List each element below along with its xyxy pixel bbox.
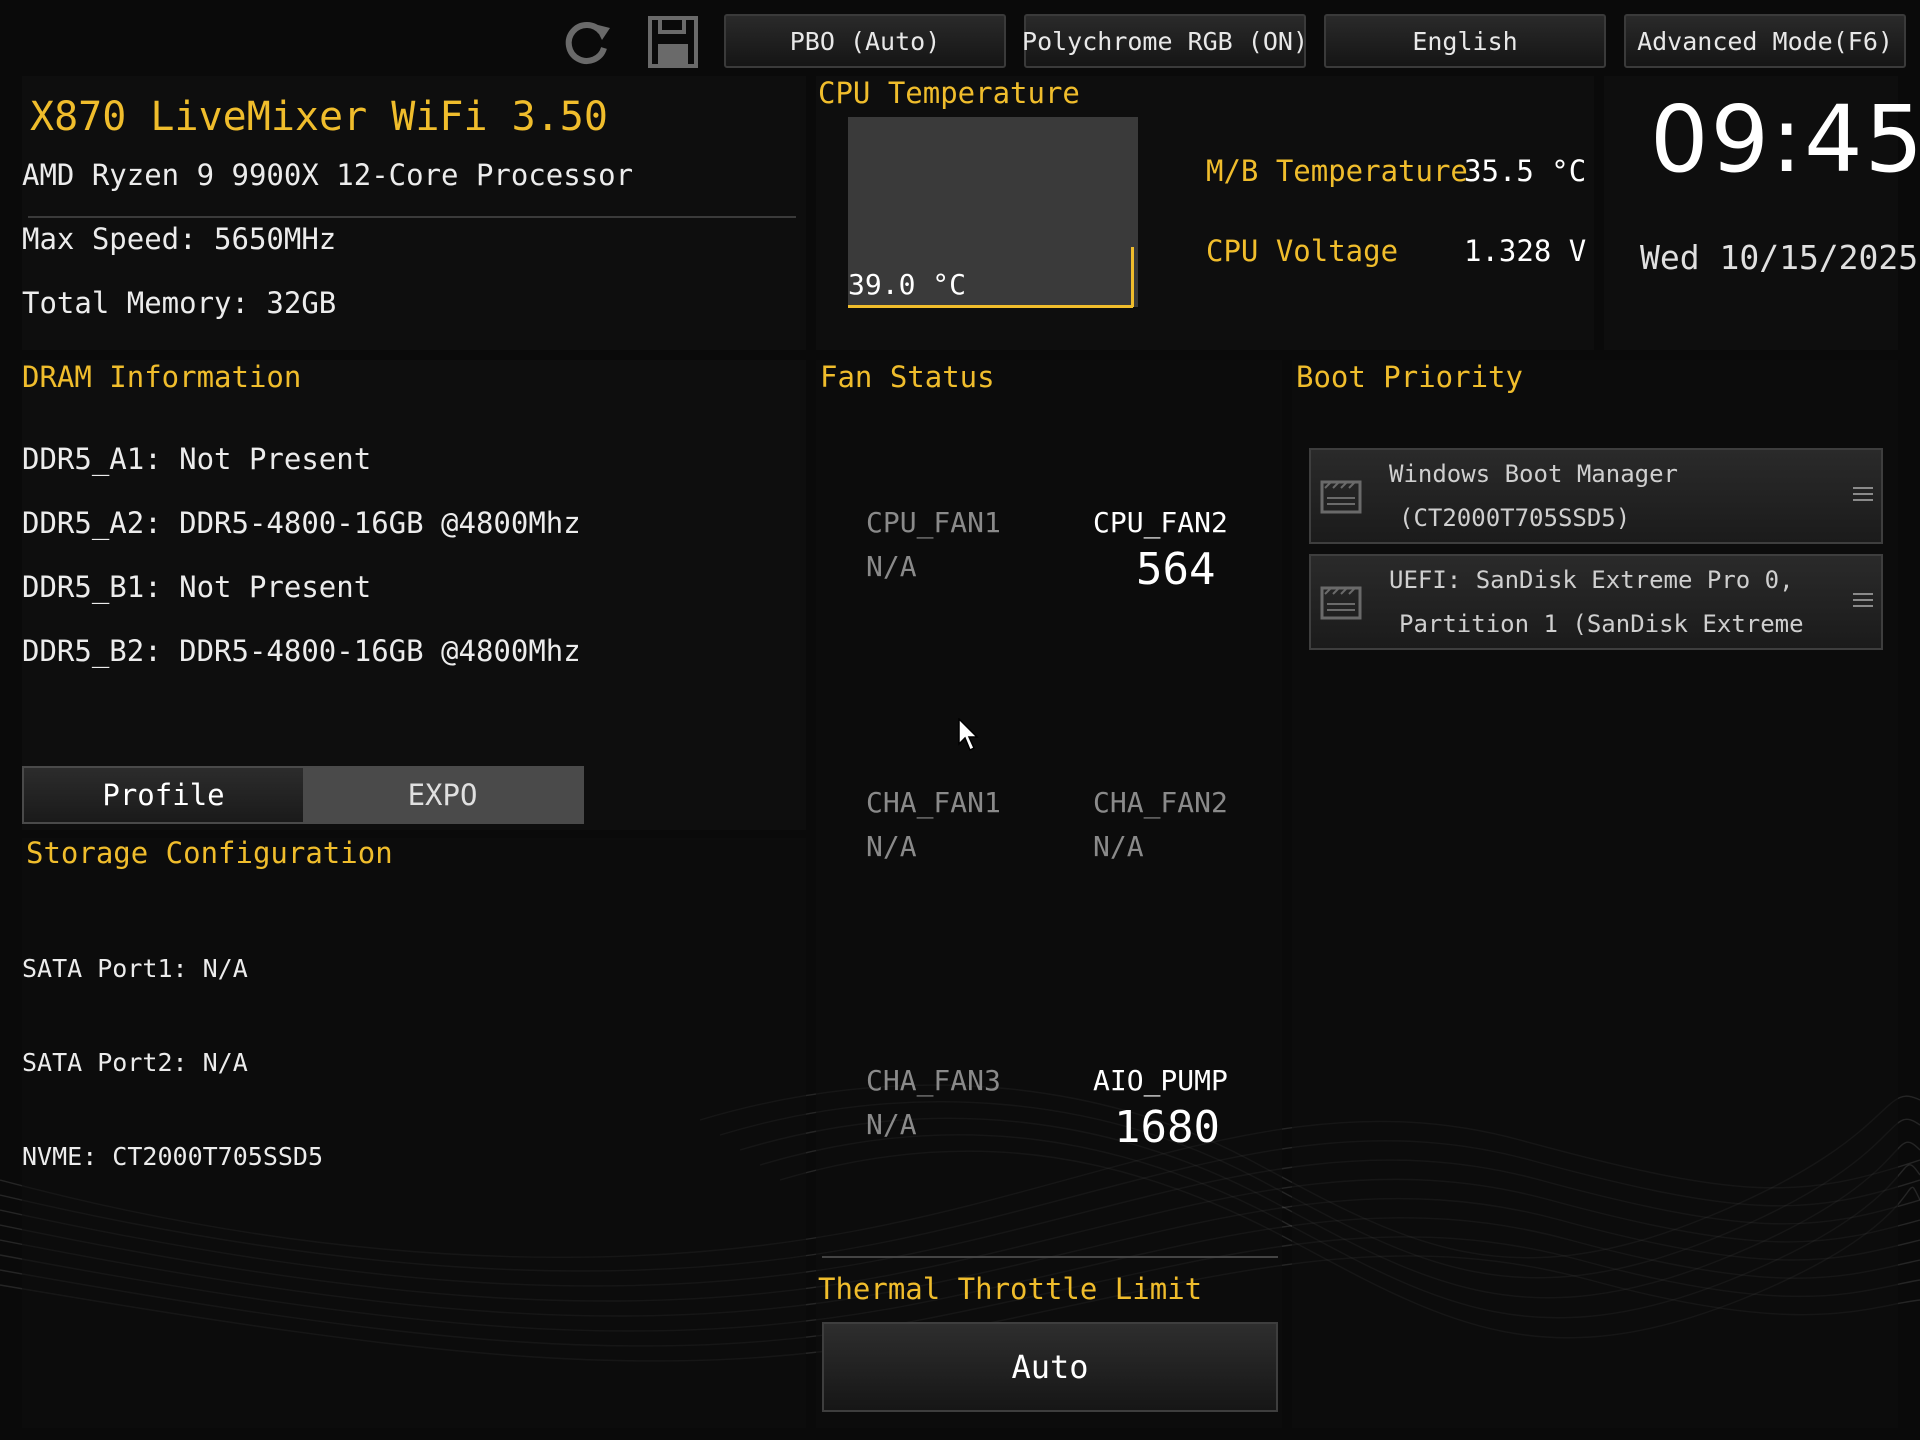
cpu-model: AMD Ryzen 9 9900X 12-Core Processor <box>22 158 634 192</box>
refresh-icon[interactable] <box>556 14 616 70</box>
fan-name-aio-pump: AIO_PUMP <box>1093 1064 1228 1097</box>
dram-slot-b1: DDR5_B1: Not Present <box>22 570 372 604</box>
throttle-divider <box>822 1256 1278 1258</box>
clock-date: Wed 10/15/2025 <box>1640 238 1919 277</box>
max-speed: Max Speed: 5650MHz <box>22 222 337 256</box>
fan-name-cha-fan1: CHA_FAN1 <box>866 786 1001 819</box>
language-button[interactable]: English <box>1324 14 1606 68</box>
boot-item-sublabel: (CT2000T705SSD5) <box>1399 504 1631 532</box>
boot-item-sublabel: Partition 1 (SanDisk Extreme <box>1399 610 1804 638</box>
thermal-throttle-button[interactable]: Auto <box>822 1322 1278 1412</box>
boot-item-sandisk[interactable]: UEFI: SanDisk Extreme Pro 0, Partition 1… <box>1309 554 1883 650</box>
total-memory: Total Memory: 32GB <box>22 286 337 320</box>
cpu-voltage-value: 1.328 V <box>1464 234 1587 268</box>
clock-time: 09:45 <box>1650 86 1920 193</box>
storage-panel <box>22 838 806 1428</box>
expo-option[interactable]: EXPO <box>303 768 582 822</box>
sata-port1: SATA Port1: N/A <box>22 954 248 983</box>
dram-slot-b2: DDR5_B2: DDR5-4800-16GB @4800Mhz <box>22 634 581 668</box>
cpu-temperature-value: 39.0 °C <box>848 268 967 301</box>
mb-temperature-value: 35.5 °C <box>1464 154 1587 188</box>
fan-value-cpu-fan1: N/A <box>866 550 917 583</box>
cpu-temperature-title: CPU Temperature <box>818 76 1080 110</box>
memory-profile-toggle[interactable]: Profile EXPO <box>22 766 584 824</box>
fan-name-cha-fan2: CHA_FAN2 <box>1093 786 1228 819</box>
board-title: X870 LiveMixer WiFi 3.50 <box>30 94 608 140</box>
drive-icon <box>1320 480 1362 514</box>
graph-current-marker <box>1131 247 1134 307</box>
fan-value-cha-fan2: N/A <box>1093 830 1144 863</box>
fan-value-cha-fan3: N/A <box>866 1108 917 1141</box>
pbo-button[interactable]: PBO (Auto) <box>724 14 1006 68</box>
fan-value-cha-fan1: N/A <box>866 830 917 863</box>
drag-handle-icon[interactable] <box>1851 590 1875 610</box>
drag-handle-icon[interactable] <box>1851 484 1875 504</box>
drive-icon <box>1320 586 1362 620</box>
cpu-voltage-label: CPU Voltage <box>1206 234 1399 268</box>
boot-item-label: UEFI: SanDisk Extreme Pro 0, <box>1389 566 1794 594</box>
profile-option[interactable]: Profile <box>24 768 303 822</box>
advanced-mode-button[interactable]: Advanced Mode(F6) <box>1624 14 1906 68</box>
storage-title: Storage Configuration <box>26 836 393 870</box>
mouse-cursor-icon <box>958 718 979 752</box>
fan-name-cpu-fan2: CPU_FAN2 <box>1093 506 1228 539</box>
polychrome-rgb-button[interactable]: Polychrome RGB (ON) <box>1022 14 1308 68</box>
fan-name-cha-fan3: CHA_FAN3 <box>866 1064 1001 1097</box>
save-icon[interactable] <box>644 14 704 70</box>
boot-item-label: Windows Boot Manager <box>1389 460 1678 488</box>
mb-temperature-label: M/B Temperature <box>1206 154 1468 188</box>
nvme-drive: NVME: CT2000T705SSD5 <box>22 1142 324 1171</box>
thermal-throttle-title: Thermal Throttle Limit <box>818 1272 1203 1306</box>
dram-title: DRAM Information <box>22 360 302 394</box>
graph-baseline <box>848 305 1133 308</box>
fan-name-cpu-fan1: CPU_FAN1 <box>866 506 1001 539</box>
fan-value-aio-pump: 1680 <box>1114 1102 1220 1153</box>
boot-item-windows[interactable]: Windows Boot Manager (CT2000T705SSD5) <box>1309 448 1883 544</box>
fan-status-title: Fan Status <box>820 360 995 394</box>
fan-value-cpu-fan2: 564 <box>1136 544 1216 595</box>
dram-slot-a2: DDR5_A2: DDR5-4800-16GB @4800Mhz <box>22 506 581 540</box>
sata-port2: SATA Port2: N/A <box>22 1048 248 1077</box>
title-divider <box>28 216 796 218</box>
dram-slot-a1: DDR5_A1: Not Present <box>22 442 372 476</box>
boot-priority-title: Boot Priority <box>1296 360 1523 394</box>
